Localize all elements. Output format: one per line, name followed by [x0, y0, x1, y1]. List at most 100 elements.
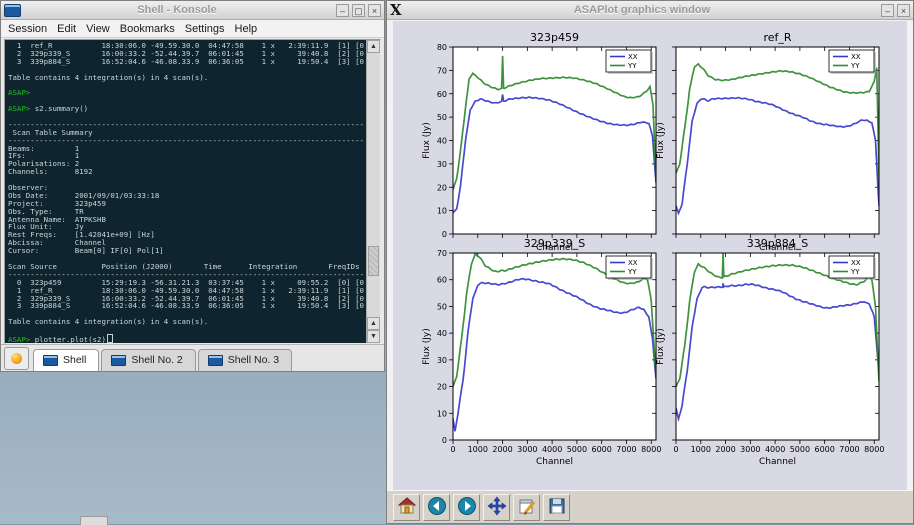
svg-text:3000: 3000: [517, 445, 537, 454]
plot-toolbar: [387, 490, 913, 523]
asaplot-titlebar[interactable]: X ASAPlot graphics window –×: [387, 1, 913, 20]
tab-shell[interactable]: Shell: [33, 349, 99, 371]
konsole-window: Shell - Konsole –▢× SessionEditViewBookm…: [0, 0, 385, 372]
scroll-up2-icon[interactable]: ▲: [367, 317, 380, 330]
svg-text:6000: 6000: [592, 445, 612, 454]
figure-svg: 01020304050607080323p459ChannelFlux (Jy)…: [393, 21, 907, 491]
close-button[interactable]: ×: [897, 4, 910, 17]
tab-label: Shell: [63, 354, 86, 366]
minimize-button[interactable]: –: [881, 4, 894, 17]
svg-text:50: 50: [437, 113, 447, 122]
terminal-cursor: [107, 334, 113, 343]
svg-text:Flux (Jy): Flux (Jy): [656, 328, 666, 365]
tab-shell-no-2[interactable]: Shell No. 2: [101, 349, 195, 371]
konsole-window-buttons: –▢×: [333, 4, 381, 17]
svg-text:50: 50: [437, 302, 447, 311]
asap-prompt: ASAP>: [8, 88, 30, 97]
svg-text:ref_R: ref_R: [763, 31, 791, 44]
new-session-icon: [11, 353, 22, 364]
svg-text:40: 40: [437, 329, 447, 338]
svg-text:0: 0: [673, 445, 678, 454]
svg-text:1000: 1000: [691, 445, 711, 454]
shell-icon: [208, 355, 223, 366]
pan-icon: [487, 496, 507, 519]
svg-text:20: 20: [437, 183, 447, 192]
tab-label: Shell No. 3: [228, 354, 279, 366]
konsole-icon: [4, 4, 21, 17]
svg-text:Channel: Channel: [759, 457, 796, 467]
back-icon: [427, 496, 447, 519]
svg-text:60: 60: [437, 276, 447, 285]
terminal-line: Table contains 4 integration(s) in 4 sca…: [8, 318, 365, 326]
home-button[interactable]: [393, 494, 420, 521]
svg-text:YY: YY: [850, 62, 860, 70]
maximize-button[interactable]: ▢: [352, 4, 365, 17]
subplot-config-button[interactable]: [513, 494, 540, 521]
terminal-line: Table contains 4 integration(s) in 4 sca…: [8, 74, 365, 82]
svg-text:XX: XX: [628, 53, 638, 61]
asaplot-window: X ASAPlot graphics window –× 0 10 20 30 40 50…: [386, 0, 914, 524]
back-button[interactable]: [423, 494, 450, 521]
svg-text:339p884_S: 339p884_S: [747, 237, 808, 250]
scrollbar-thumb[interactable]: [368, 246, 379, 276]
save-button[interactable]: [543, 494, 570, 521]
terminal-line: ASAP>: [8, 89, 365, 97]
svg-text:YY: YY: [627, 268, 637, 276]
svg-text:329p339_S: 329p339_S: [524, 237, 585, 250]
terminal-line: [8, 81, 365, 89]
svg-text:7000: 7000: [616, 445, 636, 454]
svg-text:30: 30: [437, 356, 447, 365]
figure-canvas[interactable]: 01020304050607080323p459ChannelFlux (Jy)…: [393, 21, 907, 491]
session-tabbar: Shell Shell No. 2 Shell No. 3: [1, 344, 384, 371]
scroll-up-icon[interactable]: ▲: [367, 40, 380, 53]
menu-view[interactable]: View: [81, 22, 115, 36]
new-session-button[interactable]: [4, 347, 29, 370]
terminal-line: ASAP> plotter.plot(s2): [8, 334, 365, 342]
x11-icon: X: [390, 3, 406, 18]
tab-label: Shell No. 2: [131, 354, 182, 366]
svg-text:XX: XX: [851, 53, 861, 61]
terminal-line: 3 339p884_S 16:52:04.6 -46.08.33.9 06:36…: [8, 58, 365, 66]
svg-text:Channel: Channel: [536, 457, 573, 467]
svg-text:10: 10: [437, 409, 447, 418]
terminal-line: Cursor: Beam[0] IF[0] Pol[1]: [8, 247, 365, 255]
session-tabs: Shell Shell No. 2 Shell No. 3: [33, 349, 294, 371]
svg-text:XX: XX: [851, 259, 861, 267]
subplot-config-icon: [517, 496, 537, 519]
asaplot-window-buttons: –×: [878, 4, 910, 17]
shell-icon: [43, 355, 58, 366]
home-icon: [397, 496, 417, 519]
svg-text:8000: 8000: [641, 445, 661, 454]
tab-shell-no-3[interactable]: Shell No. 3: [198, 349, 292, 371]
menu-session[interactable]: Session: [3, 22, 52, 36]
svg-text:8000: 8000: [864, 445, 884, 454]
close-button[interactable]: ×: [368, 4, 381, 17]
svg-text:10: 10: [437, 207, 447, 216]
asap-prompt: ASAP>: [8, 335, 30, 343]
svg-text:Flux (Jy): Flux (Jy): [422, 328, 432, 365]
minimize-button[interactable]: –: [336, 4, 349, 17]
svg-text:Flux (Jy): Flux (Jy): [422, 122, 432, 159]
svg-text:60: 60: [437, 90, 447, 99]
svg-text:3000: 3000: [740, 445, 760, 454]
shell-icon: [111, 355, 126, 366]
terminal-scrollbar[interactable]: ▲ ▲ ▼: [366, 40, 380, 343]
menu-settings[interactable]: Settings: [180, 22, 230, 36]
svg-text:40: 40: [437, 137, 447, 146]
konsole-titlebar[interactable]: Shell - Konsole –▢×: [1, 1, 384, 20]
svg-text:4000: 4000: [765, 445, 785, 454]
menu-bookmarks[interactable]: Bookmarks: [115, 22, 180, 36]
svg-text:2000: 2000: [715, 445, 735, 454]
forward-button[interactable]: [453, 494, 480, 521]
scroll-down-icon[interactable]: ▼: [367, 330, 380, 343]
svg-text:80: 80: [437, 43, 447, 52]
svg-text:4000: 4000: [542, 445, 562, 454]
menu-help[interactable]: Help: [230, 22, 263, 36]
svg-text:6000: 6000: [815, 445, 835, 454]
pan-button[interactable]: [483, 494, 510, 521]
svg-text:70: 70: [437, 66, 447, 75]
menu-edit[interactable]: Edit: [52, 22, 81, 36]
svg-text:30: 30: [437, 160, 447, 169]
terminal-output[interactable]: 1 ref_R 18:30:06.0 -49.59.30.0 04:47:58 …: [8, 42, 365, 343]
terminal[interactable]: 1 ref_R 18:30:06.0 -49.59.30.0 04:47:58 …: [4, 39, 381, 344]
